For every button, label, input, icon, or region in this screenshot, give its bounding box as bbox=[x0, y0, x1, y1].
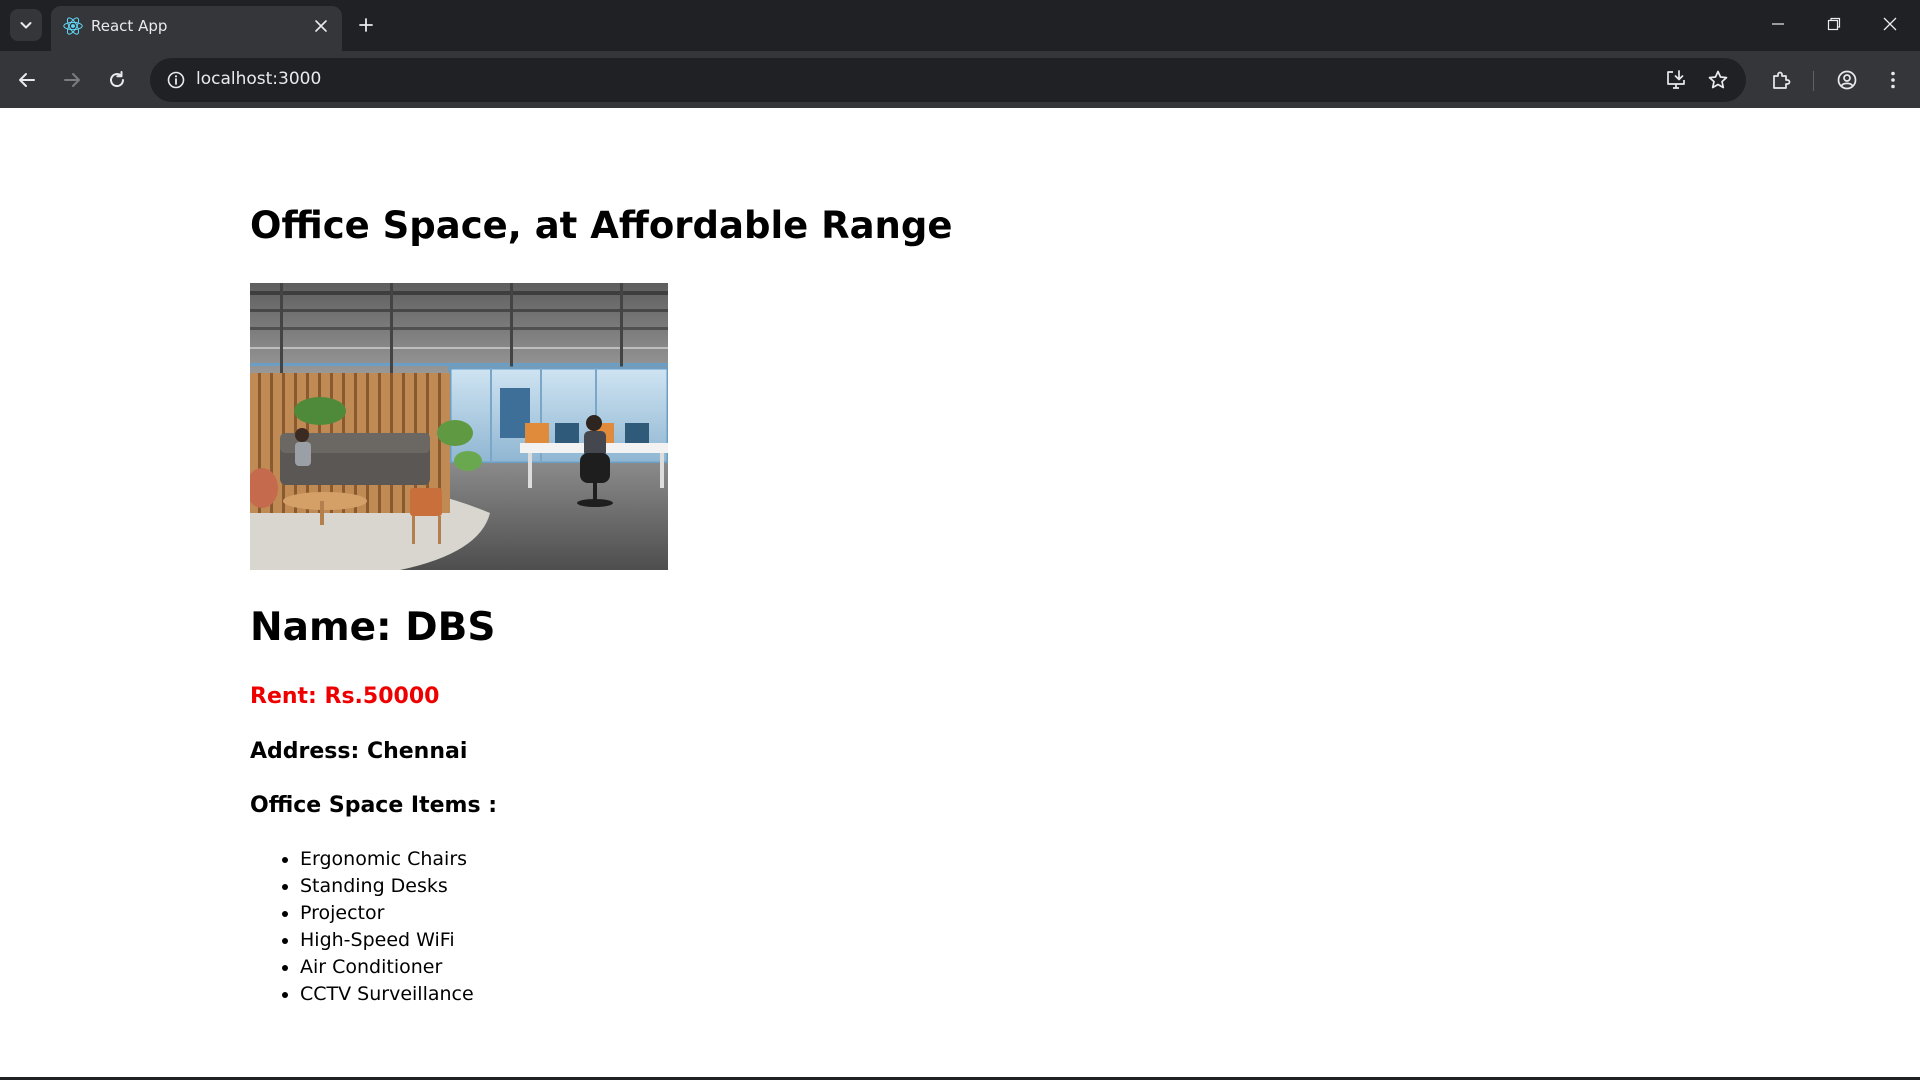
list-item: Projector bbox=[300, 900, 474, 927]
close-icon bbox=[1883, 17, 1897, 31]
address-bar[interactable]: localhost:3000 bbox=[150, 58, 1746, 102]
tab-close-button[interactable] bbox=[308, 13, 334, 39]
browser-toolbar: localhost:3000 bbox=[0, 51, 1920, 108]
list-item: CCTV Surveillance bbox=[300, 981, 474, 1008]
list-item: High-Speed WiFi bbox=[300, 927, 474, 954]
restore-icon bbox=[1827, 17, 1841, 31]
react-logo-icon bbox=[63, 17, 83, 35]
list-item: Standing Desks bbox=[300, 873, 474, 900]
reload-icon bbox=[110, 71, 125, 88]
list-item: Ergonomic Chairs bbox=[300, 846, 474, 873]
bookmark-button[interactable] bbox=[1702, 64, 1734, 96]
puzzle-icon bbox=[1773, 71, 1791, 89]
plus-icon bbox=[359, 18, 373, 32]
site-info-button[interactable] bbox=[160, 64, 192, 96]
install-app-button[interactable] bbox=[1660, 64, 1692, 96]
list-item: Air Conditioner bbox=[300, 954, 474, 981]
restore-button[interactable] bbox=[1806, 0, 1862, 48]
back-button[interactable] bbox=[9, 62, 45, 98]
profile-button[interactable] bbox=[1829, 62, 1865, 98]
kebab-menu-icon bbox=[1891, 71, 1895, 89]
office-name: Name: DBS bbox=[250, 605, 496, 650]
office-interior-illustration bbox=[250, 283, 668, 570]
profile-icon bbox=[1837, 70, 1857, 90]
star-icon bbox=[1708, 70, 1728, 89]
page-title: Office Space, at Affordable Range bbox=[250, 204, 953, 247]
chevron-down-icon bbox=[20, 22, 32, 29]
toolbar-separator bbox=[1813, 71, 1814, 91]
tab-title: React App bbox=[91, 17, 168, 35]
office-space-image bbox=[250, 283, 668, 570]
install-app-icon bbox=[1667, 70, 1685, 89]
office-address: Address: Chennai bbox=[250, 739, 468, 764]
office-items-list: Ergonomic Chairs Standing Desks Projecto… bbox=[250, 846, 474, 1008]
office-rent: Rent: Rs.50000 bbox=[250, 684, 440, 709]
info-icon bbox=[167, 71, 185, 89]
close-window-button[interactable] bbox=[1862, 0, 1918, 48]
minimize-button[interactable] bbox=[1750, 0, 1806, 48]
office-items-heading: Office Space Items : bbox=[250, 793, 498, 818]
extensions-button[interactable] bbox=[1763, 62, 1799, 98]
page-viewport: Office Space, at Affordable Range Name: … bbox=[0, 108, 1920, 1078]
close-icon bbox=[315, 20, 327, 32]
reload-button[interactable] bbox=[99, 62, 135, 98]
minimize-icon bbox=[1772, 23, 1784, 25]
forward-button[interactable] bbox=[54, 62, 90, 98]
url-text[interactable]: localhost:3000 bbox=[196, 69, 321, 89]
arrow-left-icon bbox=[19, 73, 35, 87]
arrow-right-icon bbox=[64, 73, 80, 87]
browser-menu-button[interactable] bbox=[1875, 62, 1911, 98]
browser-tab-strip: React App bbox=[0, 0, 1920, 51]
tab-search-button[interactable] bbox=[10, 9, 42, 41]
browser-tab-active[interactable]: React App bbox=[51, 6, 342, 51]
new-tab-button[interactable] bbox=[350, 9, 382, 41]
